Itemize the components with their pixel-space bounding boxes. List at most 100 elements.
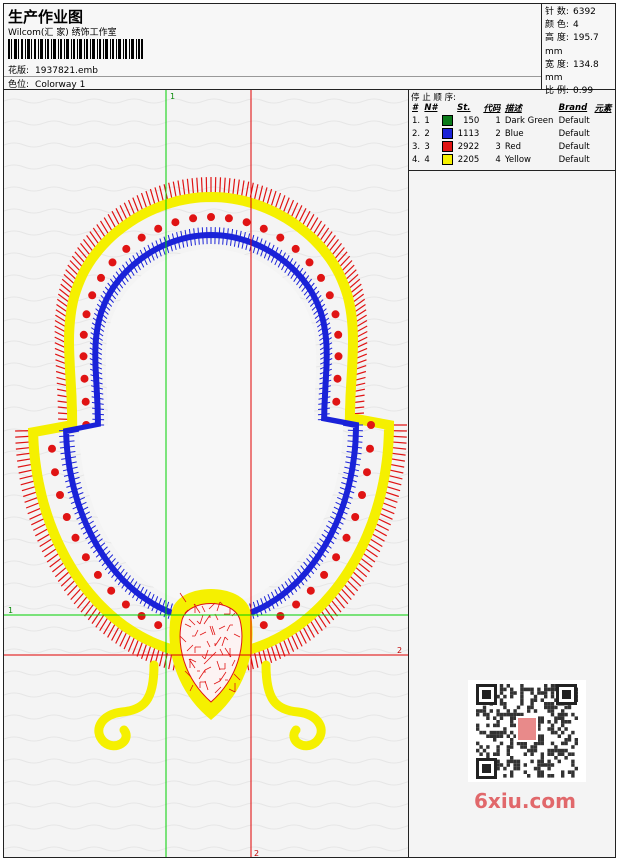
qr-module	[550, 727, 555, 731]
table-row[interactable]: 2. 2 1113 2 Blue Default	[410, 127, 614, 140]
qr-module	[533, 745, 538, 749]
red-dot	[137, 233, 146, 242]
qr-module	[530, 745, 534, 749]
qr-module	[547, 748, 551, 753]
qr-module	[523, 763, 527, 767]
qr-module	[503, 730, 507, 735]
red-dot	[51, 468, 59, 477]
page-title: 生产作业图	[8, 8, 84, 26]
qr-module	[550, 684, 555, 688]
qr-module	[513, 709, 517, 713]
red-dot	[224, 214, 233, 223]
qr-module	[510, 730, 514, 735]
qr-module	[571, 730, 575, 735]
red-dot	[189, 214, 198, 223]
qr-module	[479, 730, 483, 735]
col-swatch	[440, 102, 455, 114]
qr-module	[550, 687, 555, 692]
red-dot	[291, 244, 300, 253]
red-dot	[334, 330, 343, 339]
qr-module	[537, 766, 541, 771]
qr-code-image	[476, 684, 578, 779]
qr-code	[468, 680, 586, 782]
guide-v2-label: 2	[254, 849, 259, 857]
col-element: 元素	[594, 104, 612, 114]
qr-module	[537, 763, 541, 767]
qr-module	[482, 712, 487, 717]
table-row[interactable]: 1. 1 150 1 Dark Green Default	[410, 114, 614, 127]
red-dot	[292, 600, 301, 609]
qr-module	[520, 745, 524, 749]
red-dot	[305, 258, 314, 267]
design-canvas[interactable]: 1 2 1 2	[4, 90, 409, 857]
qr-module	[544, 684, 548, 688]
qr-module	[571, 763, 575, 767]
qr-module	[544, 705, 548, 710]
qr-module	[523, 687, 527, 692]
qr-module	[499, 691, 504, 695]
qr-module	[533, 741, 538, 746]
qr-module	[544, 702, 548, 706]
qr-module	[476, 727, 480, 731]
qr-finder-inner	[562, 690, 571, 699]
qr-module	[499, 712, 504, 717]
table-row[interactable]: 4. 4 2205 4 Yellow Default	[410, 153, 614, 166]
qr-module	[537, 770, 541, 774]
qr-module	[547, 774, 551, 778]
design-stats: 针 数: 6392 颜 色: 4 高 度: 195.7 mm 宽 度: 134.8 mm…	[542, 4, 615, 96]
qr-module	[557, 759, 561, 764]
red-dot	[367, 421, 375, 429]
qr-module	[499, 734, 504, 738]
qr-module	[530, 698, 534, 702]
qr-module	[527, 774, 531, 778]
qr-module	[499, 687, 504, 692]
qr-module	[550, 730, 555, 735]
qr-module	[554, 716, 558, 720]
qr-module	[516, 712, 521, 717]
colorway-label: 色位:	[8, 80, 30, 90]
qr-module	[554, 748, 558, 753]
color-swatch	[441, 128, 453, 139]
qr-module	[550, 705, 555, 710]
qr-module	[520, 694, 524, 699]
qr-module	[516, 759, 521, 764]
qr-module	[557, 727, 561, 731]
qr-module	[520, 687, 524, 692]
qr-module	[516, 741, 521, 746]
red-dot	[71, 533, 80, 542]
qr-module	[547, 752, 551, 756]
qr-module	[574, 738, 578, 742]
qr-module	[520, 712, 524, 717]
qr-module	[550, 702, 555, 706]
qr-module	[523, 770, 527, 774]
qr-module	[550, 748, 555, 753]
guide-v1-label: 1	[170, 92, 175, 101]
qr-module	[530, 759, 534, 764]
header-panel: 生产作业图 Wilcom(汇 家) 绣饰工作室 花版: 1937821.emb …	[4, 4, 542, 90]
qr-module	[547, 766, 551, 771]
qr-module	[510, 745, 514, 749]
qr-module	[533, 698, 538, 702]
table-row[interactable]: 3. 3 2922 3 Red Default	[410, 140, 614, 153]
qr-module	[476, 723, 480, 728]
qr-module	[479, 745, 483, 749]
red-dot	[317, 273, 325, 282]
red-dot	[79, 330, 88, 339]
qr-module	[554, 705, 558, 710]
qr-module	[537, 741, 541, 746]
red-dot	[366, 444, 374, 453]
color-table-header: # N# St. 代码 描述 Brand 元素	[410, 102, 614, 114]
qr-module	[561, 720, 565, 724]
col-needle: N#	[424, 103, 438, 113]
qr-module	[571, 774, 575, 778]
qr-module	[561, 709, 565, 713]
qr-module	[482, 730, 487, 735]
qr-module	[540, 756, 544, 760]
qr-module	[533, 709, 538, 713]
qr-module	[530, 752, 534, 756]
red-dot	[48, 444, 56, 453]
qr-module	[557, 716, 561, 720]
qr-module	[503, 687, 507, 692]
qr-module	[533, 748, 538, 753]
qr-module	[486, 734, 490, 738]
